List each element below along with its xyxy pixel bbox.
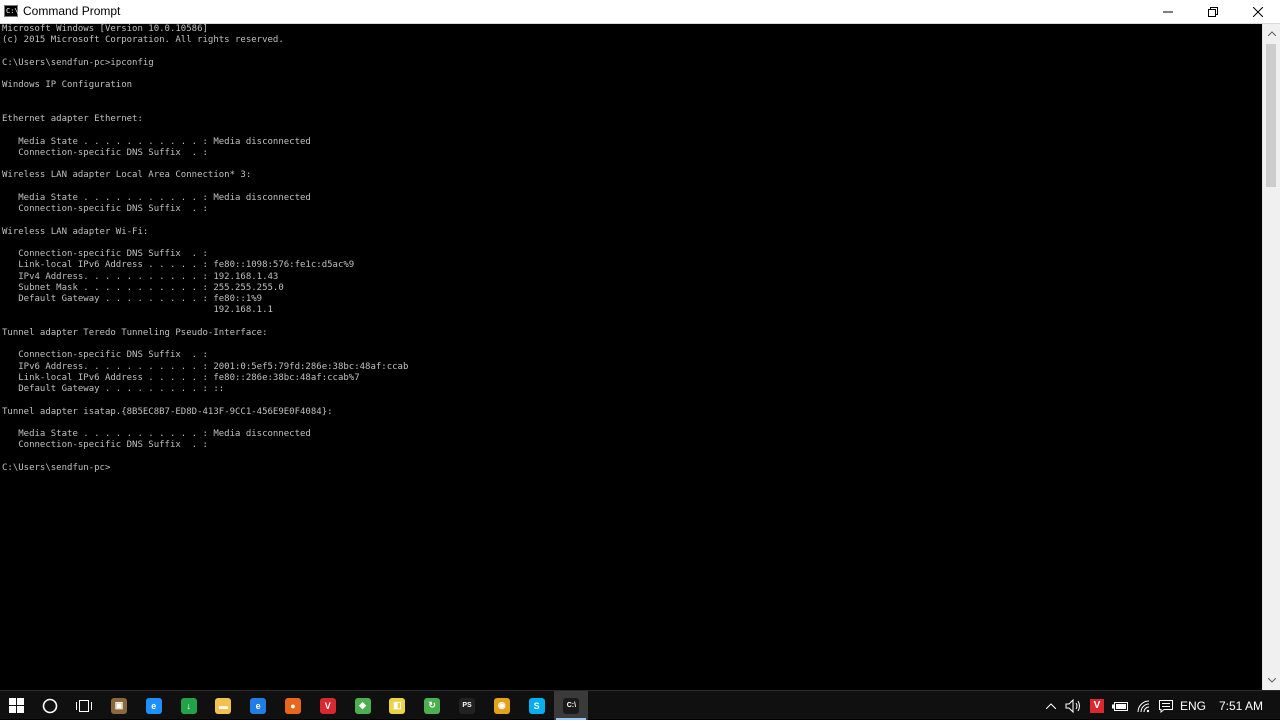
scrollbar-thumb[interactable] [1266,44,1276,187]
taskbar-app-vivaldi[interactable]: V [311,691,345,720]
task-view-button[interactable] [67,691,101,720]
restore-button[interactable] [1190,0,1235,23]
minimize-button[interactable] [1145,0,1190,23]
clock[interactable]: 7:51 AM [1212,691,1270,720]
windows-logo-icon [9,698,24,713]
action-center-button[interactable] [1155,691,1177,720]
cortana-circle-icon [42,698,58,713]
taskbar-app-download-manager[interactable]: ↓ [172,691,206,720]
show-hidden-icons-button[interactable] [1042,691,1060,720]
start-button[interactable] [0,691,33,720]
vivaldi-tray-button[interactable]: V [1087,691,1107,720]
power-button[interactable] [1109,691,1131,720]
restore-icon [1207,6,1218,17]
window-title: Command Prompt [23,4,121,18]
taskbar-app-refresh-app[interactable]: ↻ [415,691,449,720]
firefox-icon: ● [285,697,301,714]
search-button[interactable] [33,691,67,720]
taskbar: ▣ e ↓ ▬ e ● V ◆ ◧ ↻ PS ◉ S C:\ V ENG 7:51 AM [0,690,1280,720]
image-viewer-icon: ▣ [111,697,127,714]
console-output[interactable]: Microsoft Windows [Version 10.0.10586] (… [2,24,1260,688]
battery-icon [1112,701,1128,711]
internet-explorer-icon: e [145,697,162,714]
command-prompt-window: C:\ Command Prompt Microsoft Windows [Ve… [0,0,1280,690]
wifi-icon [1137,700,1150,712]
taskbar-app-firefox[interactable]: ● [276,691,310,720]
network-icon: ◆ [354,697,371,714]
taskbar-app-file-viewer[interactable]: ▣ [102,691,136,720]
chevron-down-icon [1267,678,1276,683]
chevron-up-icon [1267,31,1276,36]
taskbar-app-chrome[interactable]: ◉ [485,691,519,720]
console-text: Microsoft Windows [Version 10.0.10586] (… [2,24,409,473]
photoshop-icon: PS [459,697,475,714]
taskbar-app-notes[interactable]: ◧ [380,691,414,720]
close-icon [1252,6,1263,17]
taskbar-app-skype[interactable]: S [520,691,554,720]
chrome-icon: ◉ [493,697,510,714]
edge-browser-icon: e [250,697,267,714]
chevron-up-icon [1046,702,1056,709]
taskbar-app-internet-explorer[interactable]: e [137,691,171,720]
close-button[interactable] [1235,0,1280,23]
scroll-down-arrow[interactable] [1263,672,1280,689]
vertical-scrollbar[interactable] [1262,24,1280,690]
skype-icon: S [528,697,545,714]
taskbar-app-file-explorer[interactable]: ▬ [206,691,240,720]
input-language-indicator[interactable]: ENG [1179,691,1207,720]
network-button[interactable] [1133,691,1155,720]
task-view-icon [76,699,92,712]
scroll-up-arrow[interactable] [1263,25,1280,42]
sticky-notes-icon: ◧ [389,697,406,714]
vivaldi-icon: V [319,697,336,714]
command-prompt-icon: C:\ [4,5,19,17]
green-circle-icon: ↻ [424,697,441,714]
download-arrow-icon: ↓ [180,697,197,714]
minimize-icon [1162,11,1173,12]
command-prompt-icon: C:\ [563,697,580,714]
speaker-icon [1065,698,1080,713]
taskbar-app-network-tool[interactable]: ◆ [346,691,380,720]
taskbar-app-photoshop[interactable]: PS [450,691,484,720]
vivaldi-tray-icon: V [1090,698,1104,713]
notification-icon [1159,699,1173,713]
taskbar-app-command-prompt[interactable]: C:\ [554,691,589,720]
taskbar-app-edge[interactable]: e [241,691,275,720]
folder-icon: ▬ [215,697,232,714]
title-bar[interactable]: C:\ Command Prompt [0,0,1280,24]
volume-button[interactable] [1063,691,1085,720]
